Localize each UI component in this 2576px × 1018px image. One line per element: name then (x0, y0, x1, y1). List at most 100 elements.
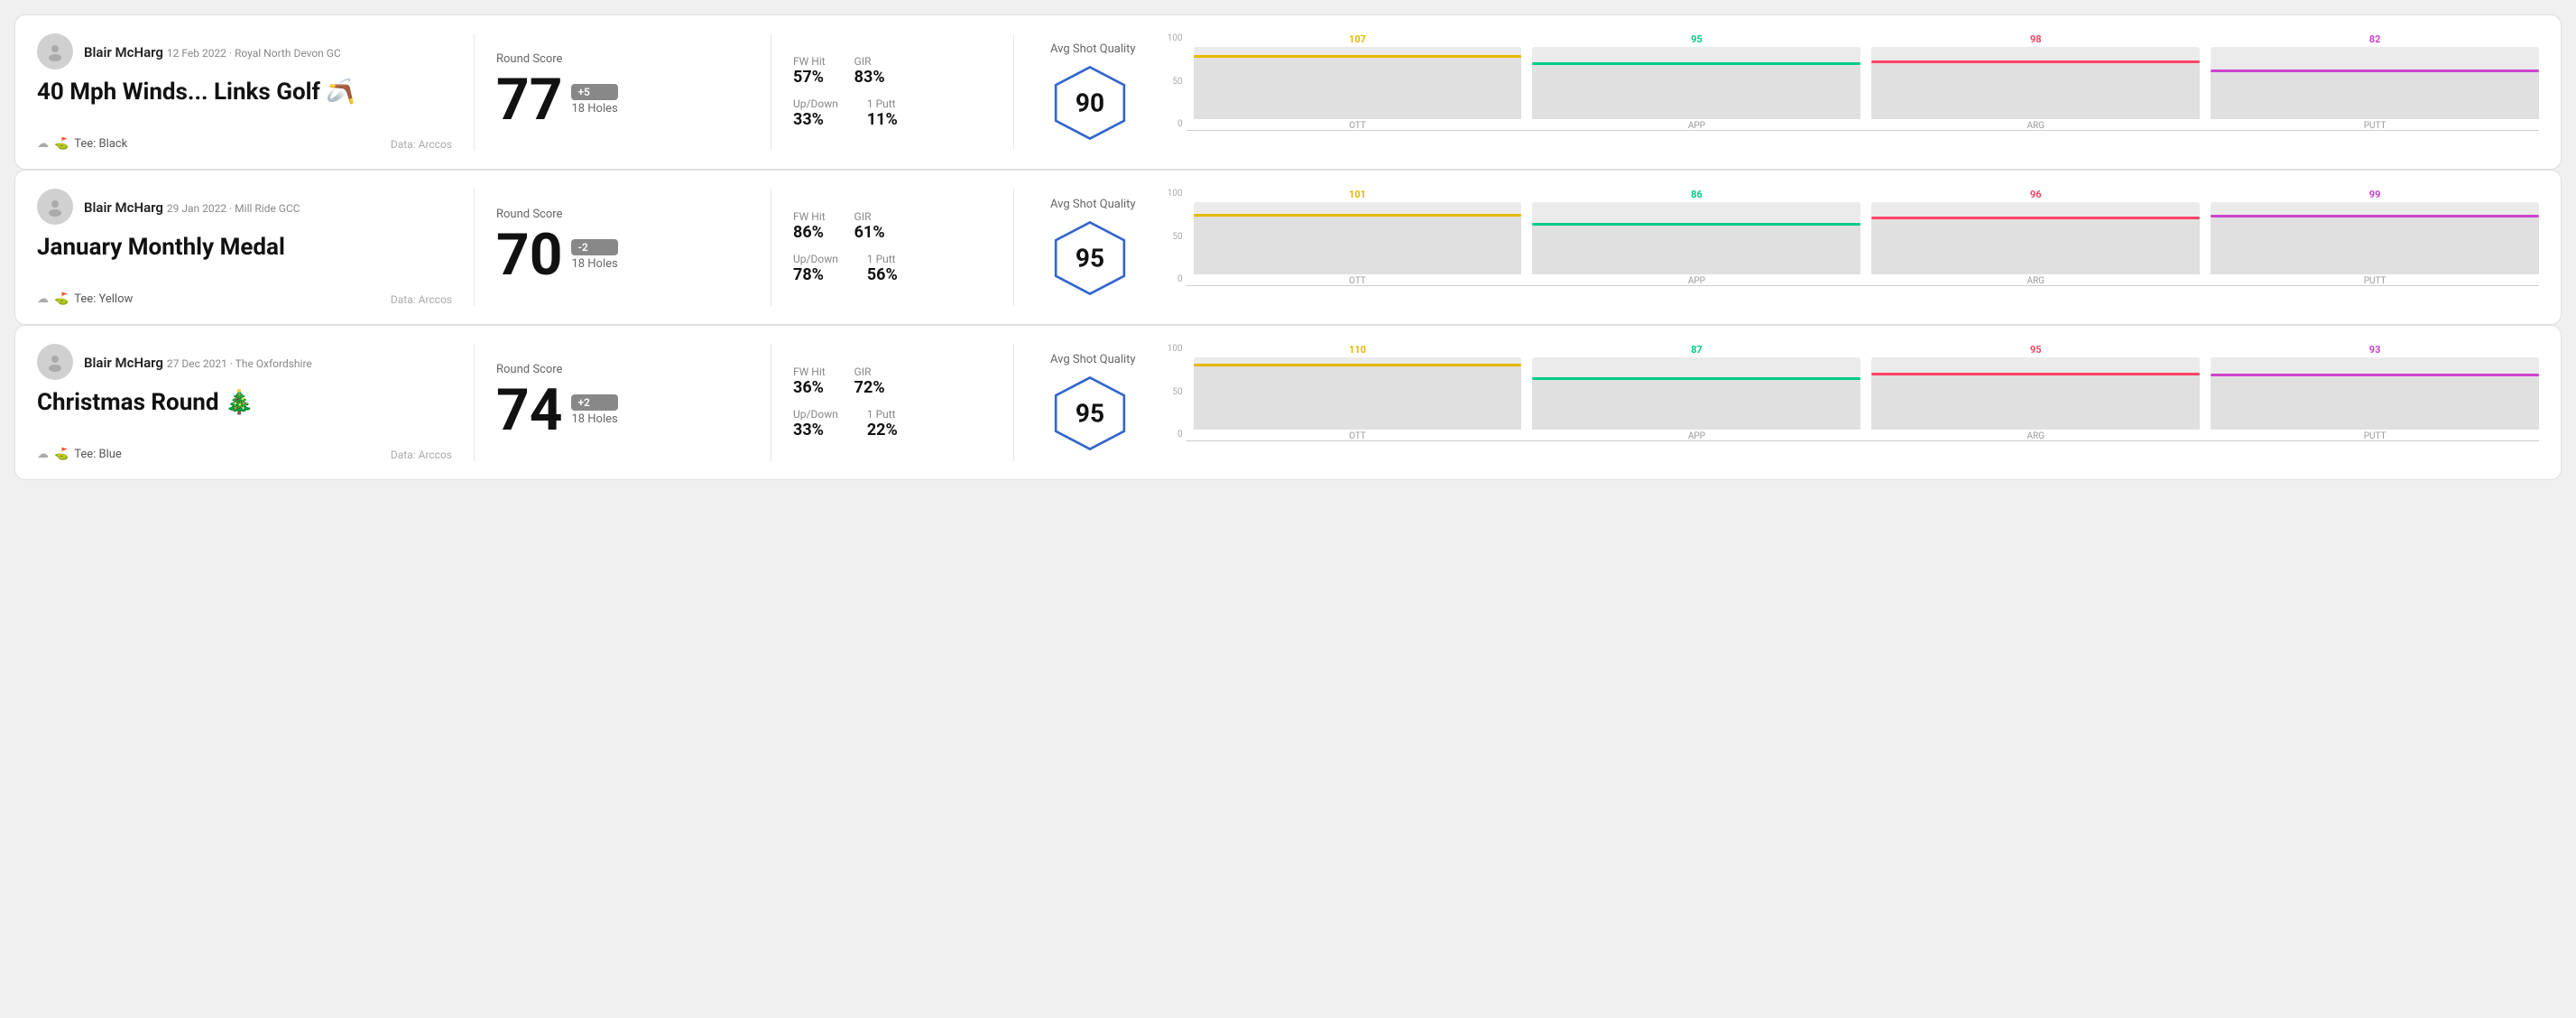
stat-row-2: Up/Down 33% 1 Putt 11% (793, 97, 992, 129)
bar-accent (1871, 60, 2200, 63)
y-label-0: 0 (1158, 274, 1183, 284)
divider-3 (1013, 33, 1014, 151)
avg-shot-quality-label: Avg Shot Quality (1050, 198, 1136, 211)
stat-up-down: Up/Down 33% (793, 97, 838, 129)
bar-group: 87 APP (1532, 344, 1860, 441)
stat-up-down: Up/Down 33% (793, 408, 838, 440)
divider-3 (1013, 189, 1014, 306)
card-chart: Avg Shot Quality 95 100 50 0 101 OTT (1036, 189, 2539, 306)
divider (474, 189, 475, 306)
card-footer: ☁ ⛳ Tee: Blue Data: Arccos (37, 448, 452, 461)
bar-fill (1194, 214, 1522, 274)
avatar (37, 33, 73, 69)
score-badge: -2 18 Holes (571, 239, 617, 271)
one-putt-value: 22% (867, 421, 898, 440)
bar-fill (2211, 215, 2539, 274)
fw-hit-value: 36% (793, 378, 826, 397)
one-putt-label: 1 Putt (867, 408, 898, 421)
bar-fill (1871, 60, 2200, 119)
bar-value: 95 (1691, 33, 1703, 45)
divider-3 (1013, 344, 1014, 461)
holes-label: 18 Holes (571, 257, 617, 271)
bar-fill (2211, 69, 2539, 119)
card-chart: Avg Shot Quality 95 100 50 0 110 OTT (1036, 344, 2539, 461)
round-title: January Monthly Medal (37, 234, 452, 261)
stat-row-1: FW Hit 57% GIR 83% (793, 55, 992, 87)
weather-icon: ☁ (37, 137, 49, 151)
bar-value: 101 (1349, 189, 1366, 200)
bar-accent (1871, 217, 2200, 219)
card-middle: Round Score 77 +5 18 Holes (496, 33, 749, 151)
bar-value: 99 (2369, 189, 2381, 200)
card-middle: Round Score 74 +2 18 Holes (496, 344, 749, 461)
stat-row-2: Up/Down 33% 1 Putt 22% (793, 408, 992, 440)
bar-group: 86 APP (1532, 189, 1860, 286)
fw-hit-label: FW Hit (793, 55, 826, 68)
score-row: 74 +2 18 Holes (496, 382, 749, 440)
hex-score: 90 (1076, 88, 1104, 117)
tee-info: ☁ ⛳ Tee: Blue (37, 448, 122, 461)
score-row: 77 +5 18 Holes (496, 71, 749, 129)
stat-gir: GIR 83% (854, 55, 885, 87)
hexagon: 95 (1050, 218, 1130, 298)
bar-value: 110 (1349, 344, 1366, 356)
bar-fill (1871, 373, 2200, 430)
user-info: Blair McHarg 12 Feb 2022 · Royal North D… (37, 33, 452, 69)
one-putt-value: 11% (867, 110, 898, 129)
bar-accent (2211, 374, 2539, 376)
chart-left: Avg Shot Quality 95 (1050, 198, 1136, 298)
bar-wrapper (2211, 202, 2539, 274)
hexagon: 90 (1050, 63, 1130, 143)
bar-value: 107 (1349, 33, 1366, 45)
bar-accent (1532, 62, 1860, 65)
bar-accent (1194, 55, 1522, 58)
y-label-50: 50 (1158, 232, 1183, 242)
one-putt-label: 1 Putt (867, 97, 898, 110)
up-down-value: 33% (793, 421, 838, 440)
data-source: Data: Arccos (391, 293, 452, 306)
stat-row-2: Up/Down 78% 1 Putt 56% (793, 253, 992, 284)
round-score-label: Round Score (496, 363, 749, 376)
bar-wrapper (2211, 47, 2539, 119)
gir-label: GIR (854, 55, 885, 68)
bar-group: 93 PUTT (2211, 344, 2539, 441)
card-left: Blair McHarg 12 Feb 2022 · Royal North D… (37, 33, 452, 151)
bar-accent (2211, 69, 2539, 72)
user-name: Blair McHarg (84, 44, 163, 60)
stat-up-down: Up/Down 78% (793, 253, 838, 284)
tee-label: Tee: Black (74, 137, 127, 151)
tee-label: Tee: Yellow (74, 292, 133, 306)
divider (474, 344, 475, 461)
bar-accent (1194, 364, 1522, 366)
bar-accent (1532, 377, 1860, 380)
bar-group: 101 OTT (1194, 189, 1522, 286)
bar-wrapper (1194, 202, 1522, 274)
bar-fill (1532, 377, 1860, 430)
bar-value: 86 (1691, 189, 1703, 200)
bar-fill (1194, 364, 1522, 430)
bar-fill (1532, 62, 1860, 119)
one-putt-label: 1 Putt (867, 253, 898, 265)
y-label-0: 0 (1158, 430, 1183, 440)
one-putt-value: 56% (867, 265, 898, 284)
fw-hit-label: FW Hit (793, 366, 826, 378)
stat-gir: GIR 61% (854, 210, 885, 242)
card-left: Blair McHarg 29 Jan 2022 · Mill Ride GCC… (37, 189, 452, 306)
bar-wrapper (1194, 357, 1522, 430)
up-down-value: 33% (793, 110, 838, 129)
bar-value: 98 (2030, 33, 2042, 45)
round-score-label: Round Score (496, 52, 749, 66)
data-source: Data: Arccos (391, 138, 452, 151)
fw-hit-value: 86% (793, 223, 826, 242)
up-down-value: 78% (793, 265, 838, 284)
bar-group: 98 ARG (1871, 33, 2200, 131)
user-info: Blair McHarg 29 Jan 2022 · Mill Ride GCC (37, 189, 452, 225)
score-diff-badge: -2 (571, 239, 617, 255)
holes-label: 18 Holes (571, 412, 617, 426)
score-diff-badge: +5 (571, 84, 617, 100)
bar-value: 87 (1691, 344, 1703, 356)
y-label-100: 100 (1158, 189, 1183, 199)
bar-group: 99 PUTT (2211, 189, 2539, 286)
holes-label: 18 Holes (571, 102, 617, 116)
gir-label: GIR (854, 210, 885, 223)
